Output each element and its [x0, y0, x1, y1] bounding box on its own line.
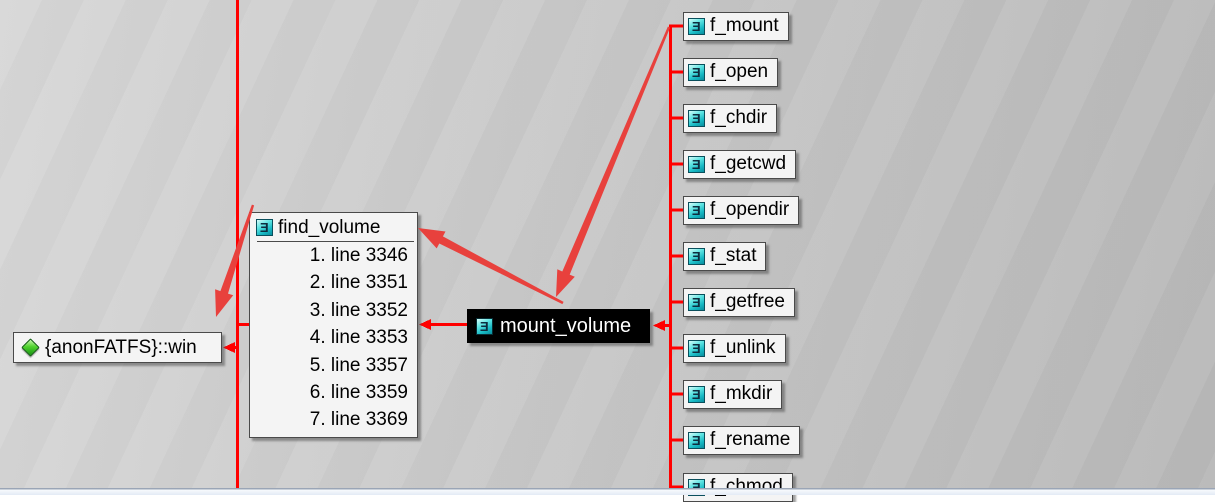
reference-line-item[interactable]: 5. line 3357: [250, 352, 417, 379]
node-label: f_stat: [710, 245, 757, 266]
node-label: f_chdir: [710, 107, 768, 128]
node-f_mkdir[interactable]: Ef_mkdir: [683, 379, 783, 409]
reference-line-item[interactable]: 3. line 3352: [250, 297, 417, 324]
function-icon: E: [688, 293, 705, 311]
function-icon: E: [256, 219, 273, 236]
node-label: f_mount: [710, 15, 779, 36]
reference-line-item[interactable]: 7. line 3369: [250, 406, 417, 433]
function-icon: E: [688, 385, 705, 403]
function-icon: E: [688, 17, 705, 35]
node-f_getcwd[interactable]: Ef_getcwd: [683, 149, 797, 179]
variable-icon: [21, 338, 40, 357]
node-f_getfree[interactable]: Ef_getfree: [683, 287, 795, 317]
function-icon: E: [476, 317, 493, 335]
relation-graph-canvas: {anonFATFS}::win E find_volume 1. line 3…: [0, 0, 1215, 502]
node-f_chmod[interactable]: Ef_chmod: [683, 472, 793, 502]
node-f_rename[interactable]: Ef_rename: [683, 425, 801, 455]
node-label: f_rename: [710, 429, 791, 450]
function-icon: E: [688, 247, 705, 265]
call-graph-edges: [223, 0, 684, 489]
node-f_open[interactable]: Ef_open: [683, 57, 779, 87]
node-f_stat[interactable]: Ef_stat: [683, 241, 767, 271]
node-anonfatfs-win[interactable]: {anonFATFS}::win: [13, 332, 222, 363]
node-f_opendir[interactable]: Ef_opendir: [683, 195, 800, 225]
node-label: f_unlink: [710, 337, 776, 358]
find-volume-header[interactable]: E find_volume: [250, 213, 417, 241]
node-f_unlink[interactable]: Ef_unlink: [683, 333, 786, 363]
node-label: f_mkdir: [710, 383, 773, 404]
function-icon: E: [688, 431, 705, 449]
reference-line-item[interactable]: 4. line 3353: [250, 324, 417, 351]
function-icon: E: [688, 109, 705, 127]
node-f_mount[interactable]: Ef_mount: [683, 11, 789, 41]
window-bottom-edge: [0, 488, 1215, 495]
arrowhead-into-win: [223, 342, 235, 353]
node-label: f_getcwd: [710, 153, 787, 174]
reference-line-item[interactable]: 6. line 3359: [250, 379, 417, 406]
node-f_chdir[interactable]: Ef_chdir: [683, 103, 778, 133]
node-label: find_volume: [278, 216, 381, 238]
node-label: f_open: [710, 61, 769, 82]
node-mount-volume-selected[interactable]: E mount_volume: [467, 309, 650, 343]
function-icon: E: [688, 339, 705, 357]
function-icon: E: [688, 63, 705, 81]
node-label: f_opendir: [710, 199, 790, 220]
node-label: f_getfree: [710, 291, 785, 312]
reference-line-item[interactable]: 1. line 3346: [250, 242, 417, 269]
reference-line-item[interactable]: 2. line 3351: [250, 269, 417, 296]
function-icon: E: [688, 155, 705, 173]
arrowhead-into-mount-volume: [653, 320, 665, 331]
node-label: mount_volume: [500, 314, 632, 337]
arrowhead-into-find-volume: [419, 319, 431, 330]
node-find-volume[interactable]: E find_volume 1. line 3346 2. line 3351 …: [249, 212, 418, 438]
node-label: {anonFATFS}::win: [45, 336, 197, 358]
function-icon: E: [688, 201, 705, 219]
